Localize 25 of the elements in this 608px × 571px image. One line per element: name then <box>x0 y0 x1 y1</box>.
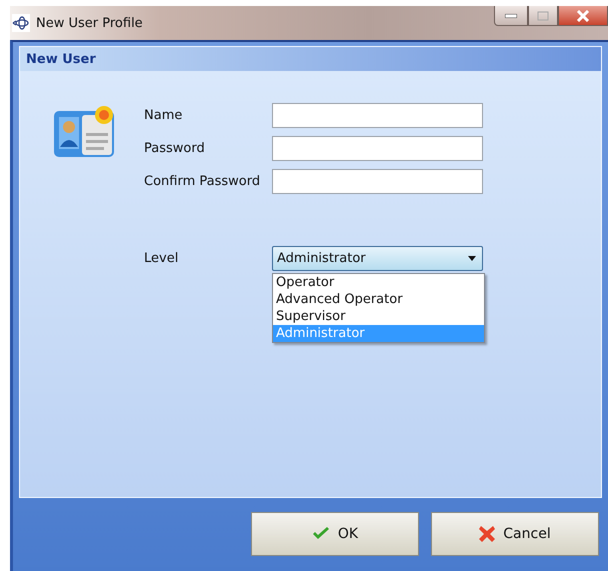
minimize-button[interactable] <box>494 6 528 26</box>
maximize-icon <box>537 10 549 20</box>
maximize-button[interactable] <box>528 6 558 26</box>
minimize-icon <box>505 14 517 18</box>
ok-button[interactable]: OK <box>251 512 419 556</box>
panel-title: New User <box>26 52 96 66</box>
dropdown-option[interactable]: Advanced Operator <box>273 291 484 308</box>
field-label: Confirm Password <box>144 174 262 189</box>
field-label: Name <box>144 108 184 123</box>
field-label: Password <box>144 141 206 156</box>
input-field[interactable] <box>272 103 483 128</box>
cancel-button[interactable]: Cancel <box>431 512 599 556</box>
close-icon <box>576 10 590 22</box>
dropdown-option[interactable]: Operator <box>273 274 484 291</box>
caret-icon <box>468 256 476 261</box>
field-label: Level <box>144 251 180 266</box>
dropdown-option[interactable]: Supervisor <box>273 308 484 325</box>
window-title: New User Profile <box>36 16 144 30</box>
app-icon <box>12 14 30 32</box>
check-icon <box>312 527 330 541</box>
close-button[interactable] <box>558 6 608 26</box>
password-field[interactable] <box>272 136 483 161</box>
level-dropdown[interactable]: Administrator <box>272 246 483 271</box>
cross-icon <box>479 526 496 542</box>
password-field[interactable] <box>272 169 483 194</box>
